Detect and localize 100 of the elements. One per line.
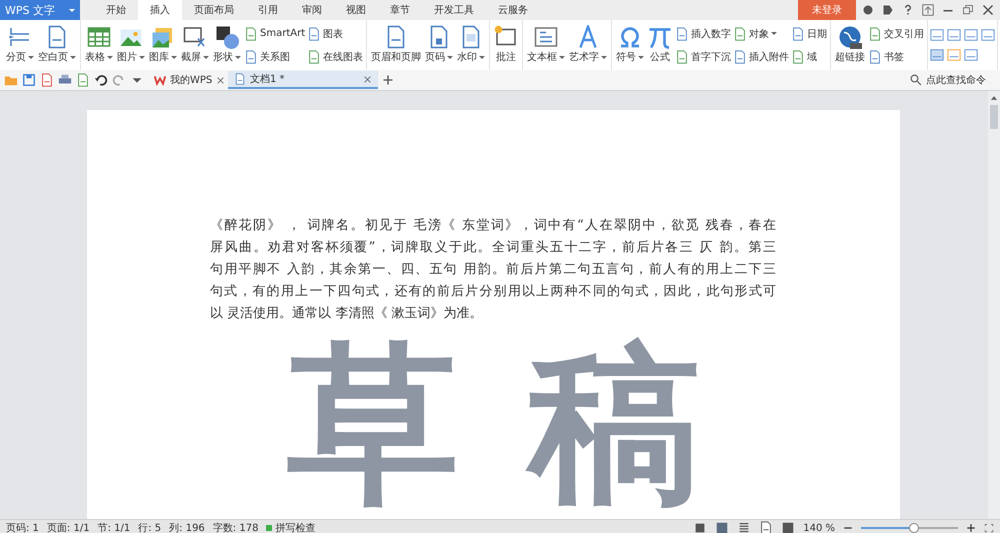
ribbon-small-button[interactable]: 插入附件 (732, 48, 790, 64)
table-icon (87, 25, 111, 49)
toolbar-icon-button[interactable] (964, 48, 978, 62)
status-text: 页面: 1/1 (46, 522, 90, 533)
ribbon-tab[interactable]: 引用 (246, 0, 290, 20)
document-text-line: 屏风曲。劝君对客杯须覆”，词牌取义于此。全词重头五十二字，前后片各三 仄 韵。第三 (210, 239, 776, 257)
ribbon-button[interactable]: 图库 (147, 22, 179, 68)
small-form-icon (964, 48, 978, 62)
ribbon-button[interactable]: 符号 (614, 22, 646, 68)
ribbon-tab[interactable]: 开发工具 (422, 0, 486, 20)
toolbar-icon-button[interactable] (981, 28, 996, 42)
watermark-text: 草稿 (287, 338, 771, 510)
pi-icon (648, 25, 672, 49)
ribbon-small-button[interactable]: 首字下沉 (674, 48, 732, 64)
small-document-icon (733, 50, 748, 64)
fit-icon (984, 523, 994, 533)
document-tab[interactable]: 我的WPS (148, 71, 224, 89)
ribbon-tab[interactable]: 视图 (334, 0, 378, 20)
ribbon-button[interactable]: 艺术字 (567, 22, 610, 68)
scrollbar-thumb[interactable] (990, 105, 998, 129)
status-text: 页码: 1 (6, 522, 39, 533)
redo-icon (112, 73, 126, 87)
ribbon-small-button[interactable]: 交叉引用 (867, 26, 926, 42)
ribbon-button[interactable]: 水印 (455, 22, 488, 68)
ribbon-small-button[interactable]: 关系图 (243, 48, 306, 64)
ribbon-button[interactable]: 分页 (4, 22, 36, 68)
ribbon-button[interactable]: 形状 (211, 22, 243, 68)
ribbon-button[interactable]: 页码 (423, 22, 456, 68)
command-search-field[interactable]: 点此查找命令 (926, 74, 996, 86)
zoom-level-text: 140 % (803, 522, 835, 533)
print-preview-icon (76, 73, 90, 87)
ribbon-small-button[interactable]: 插入数字 (674, 26, 732, 42)
document-text-line: 句式，有的用上一下四句式，还有的前后片分别用以上两种不同的句式，因此，此句形式可 (210, 283, 776, 301)
ribbon-small-button[interactable]: 域 (790, 48, 828, 64)
status-text: 节: 1/1 (98, 522, 130, 533)
spell-check-label[interactable]: 拼写检查 (275, 521, 316, 533)
ribbon-tab[interactable]: 开始 (94, 0, 138, 20)
document-tab[interactable]: 文档1 * (228, 71, 378, 89)
small-form-icon (947, 48, 962, 62)
toolbar-icon-button[interactable] (947, 48, 962, 62)
small-document-icon (675, 50, 690, 64)
undo-icon (94, 73, 108, 87)
app-menu-button[interactable]: WPS 文字 (0, 0, 80, 20)
ribbon-button[interactable]: 页眉和页脚 (369, 22, 424, 68)
small-document-icon (733, 26, 748, 40)
ribbon-small-button[interactable]: 日期 (790, 26, 828, 42)
picture-stack-icon (151, 25, 175, 49)
toolbar-icon-button[interactable] (930, 28, 944, 42)
close-icon (982, 4, 994, 16)
ribbon-small-button[interactable]: 书签 (867, 48, 926, 64)
small-document-icon (675, 26, 690, 40)
save-icon (22, 73, 36, 87)
ribbon-tab[interactable]: 插入 (138, 0, 182, 20)
document-text-line: 句用平脚不 入韵，其余第一、四、五句 用韵。前后片第二句五言句，前人有的用上二下三 (210, 261, 776, 279)
small-document-icon (307, 26, 322, 40)
document-icon (234, 73, 246, 85)
restore-icon (962, 4, 974, 16)
upload-icon (922, 4, 934, 16)
document-text-line: 《醉花阴》 ， 词牌名。初见于 毛滂《 东堂词》，词中有“人在翠阴中，欲觅 残春，春在 (210, 217, 776, 235)
ribbon-tab[interactable]: 云服务 (486, 0, 540, 20)
ribbon-button[interactable]: 超链接 (833, 22, 868, 68)
ribbon-tab[interactable]: 页面布局 (182, 0, 246, 20)
wps-logo-icon (154, 74, 166, 86)
status-text: 字数: 178 (212, 522, 258, 533)
shapes-icon (215, 25, 239, 49)
ribbon-tab[interactable]: 审阅 (290, 0, 334, 20)
ribbon-button[interactable]: 文本框 (525, 22, 568, 68)
ribbon-button[interactable]: 截屏 (179, 22, 211, 68)
web-view-icon (759, 521, 774, 533)
add-icon (382, 74, 394, 86)
small-document-icon (307, 50, 322, 64)
screenshot-icon (183, 25, 207, 49)
small-document-icon (868, 50, 882, 64)
ribbon-small-button[interactable]: 对象 (732, 26, 790, 42)
ribbon-button[interactable]: 图片 (115, 22, 147, 68)
ribbon-button[interactable]: 批注 (492, 22, 520, 68)
toolbar-icon-button[interactable] (947, 28, 962, 42)
small-document-icon (244, 26, 258, 40)
ribbon-tab[interactable]: 章节 (378, 0, 422, 20)
small-form-icon (981, 28, 996, 42)
toolbar-icon-button[interactable] (964, 28, 978, 42)
ribbon-button[interactable]: 表格 (83, 22, 115, 68)
close-icon (363, 74, 372, 84)
status-text: 列: 196 (169, 522, 205, 533)
page-break-icon (8, 25, 32, 49)
ribbon-small-button[interactable]: SmartArt (243, 26, 306, 42)
ribbon-button[interactable]: 空白页 (36, 22, 78, 68)
ribbon-button[interactable]: 公式 (646, 22, 674, 68)
globe-icon (838, 25, 862, 49)
small-document-icon (868, 26, 882, 40)
status-text: 行: 5 (138, 522, 162, 533)
ribbon-small-button[interactable]: 图表 (306, 26, 364, 42)
zoom-in-icon (966, 523, 976, 533)
search-icon (910, 74, 922, 86)
ribbon-small-button[interactable]: 在线图表 (306, 48, 364, 64)
small-form-icon (964, 28, 978, 42)
help-icon (902, 4, 914, 16)
toolbar-icon-button[interactable] (930, 48, 944, 62)
text-box-icon (534, 25, 558, 49)
document-text-line: 以 灵活使用。通常以 李清照《 漱玉词》为准。 (210, 305, 484, 323)
